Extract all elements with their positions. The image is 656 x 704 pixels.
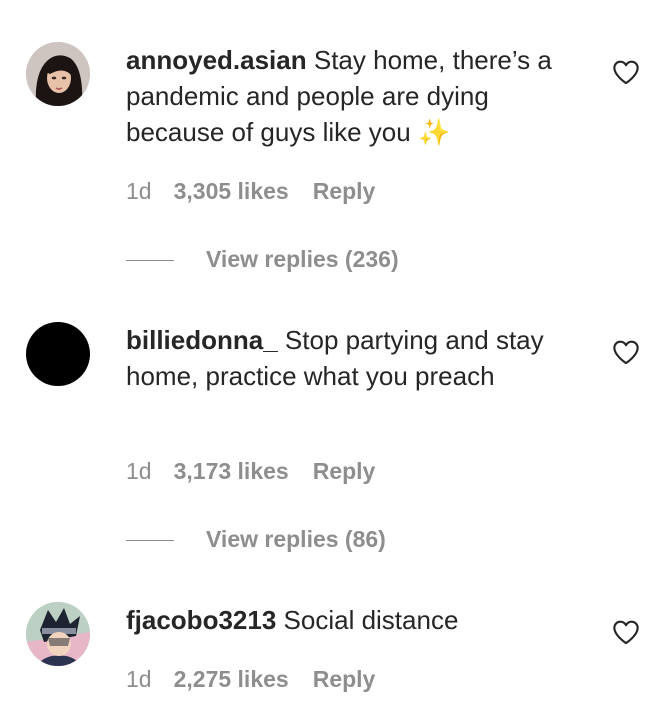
view-replies-button[interactable]: View replies (236) bbox=[126, 246, 399, 273]
likes-count[interactable]: 2,275 likes bbox=[174, 666, 289, 693]
divider-line bbox=[126, 540, 174, 542]
reply-button[interactable]: Reply bbox=[313, 458, 376, 485]
comment-username[interactable]: fjacobo3213 bbox=[126, 605, 276, 635]
comment-text: fjacobo3213 Social distance bbox=[126, 602, 588, 638]
comment-time[interactable]: 1d bbox=[126, 458, 152, 485]
view-replies-label: View replies (236) bbox=[206, 246, 399, 272]
comment-text: billiedonna_ Stop partying and stay home… bbox=[126, 322, 588, 394]
heart-outline-icon[interactable] bbox=[612, 619, 640, 645]
comment-meta: 1d 2,275 likes Reply bbox=[126, 666, 375, 693]
avatar[interactable] bbox=[26, 322, 90, 386]
avatar-photo bbox=[26, 602, 90, 666]
comment-time[interactable]: 1d bbox=[126, 666, 152, 693]
comment-meta: 1d 3,173 likes Reply bbox=[126, 458, 375, 485]
reply-button[interactable]: Reply bbox=[313, 178, 376, 205]
likes-count[interactable]: 3,173 likes bbox=[174, 458, 289, 485]
heart-outline-icon[interactable] bbox=[612, 59, 640, 85]
reply-button[interactable]: Reply bbox=[313, 666, 376, 693]
divider-line bbox=[126, 260, 174, 262]
view-replies-button[interactable]: View replies (86) bbox=[126, 526, 386, 553]
comment-username[interactable]: annoyed.asian bbox=[126, 45, 307, 75]
avatar[interactable] bbox=[26, 42, 90, 106]
likes-count[interactable]: 3,305 likes bbox=[174, 178, 289, 205]
comment-meta: 1d 3,305 likes Reply bbox=[126, 178, 375, 205]
avatar[interactable] bbox=[26, 602, 90, 666]
comment-username[interactable]: billiedonna_ bbox=[126, 325, 278, 355]
comment-time[interactable]: 1d bbox=[126, 178, 152, 205]
view-replies-label: View replies (86) bbox=[206, 526, 386, 552]
comment-text: annoyed.asian Stay home, there’s a pande… bbox=[126, 42, 588, 150]
comment-message: Social distance bbox=[283, 605, 459, 635]
heart-outline-icon[interactable] bbox=[612, 339, 640, 365]
sparkles-emoji: ✨ bbox=[417, 117, 451, 147]
avatar-photo bbox=[26, 42, 90, 106]
